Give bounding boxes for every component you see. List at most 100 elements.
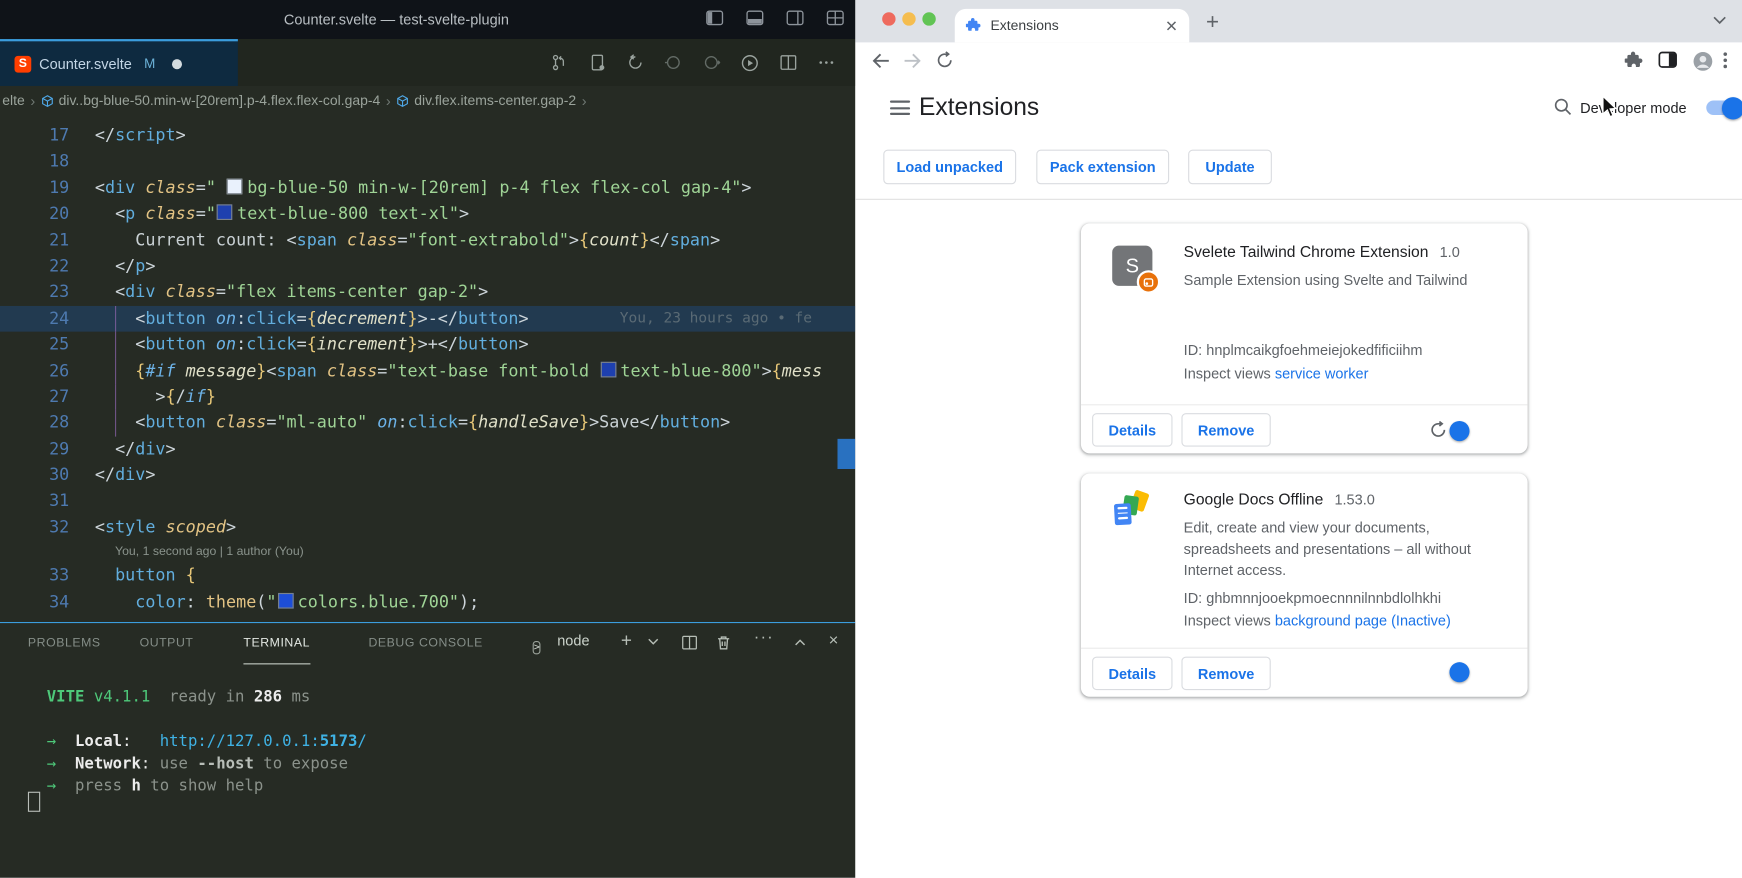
panel-more-icon[interactable]: ··· <box>754 628 774 647</box>
terminal-shell-label[interactable]: node <box>557 632 589 649</box>
menu-dots-icon[interactable] <box>1723 51 1727 69</box>
editor-tab-counter-svelte[interactable]: S Counter.svelte M <box>0 39 238 86</box>
code-line-28[interactable]: 28 <button class="ml-auto" on:click={han… <box>0 410 855 436</box>
breadcrumb-item-div2[interactable]: div.flex.items-center.gap-2 <box>414 93 576 109</box>
service-worker-link[interactable]: service worker <box>1275 365 1369 382</box>
back-icon[interactable] <box>871 51 890 70</box>
unsaved-dot-icon <box>172 59 182 69</box>
tab-close-icon[interactable]: ✕ <box>1165 18 1178 34</box>
extension-description: Sample Extension using Svelte and Tailwi… <box>1184 269 1488 290</box>
customize-layout-icon[interactable] <box>826 10 844 26</box>
line-number[interactable]: 22 <box>0 253 69 279</box>
load-unpacked-button[interactable]: Load unpacked <box>883 150 1016 185</box>
new-terminal-icon[interactable]: + <box>621 630 632 652</box>
toggle-secondary-sidebar-icon[interactable] <box>786 10 804 26</box>
line-number[interactable]: 28 <box>0 410 69 436</box>
search-icon[interactable] <box>1553 97 1572 116</box>
code-line-17[interactable]: 17</script> <box>0 123 855 149</box>
code-line-24[interactable]: 24 <button on:click={decrement}>-</butto… <box>0 306 855 332</box>
remove-button[interactable]: Remove <box>1181 413 1270 447</box>
code-line-20[interactable]: 20 <p class="text-blue-800 text-xl"> <box>0 201 855 227</box>
pack-extension-button[interactable]: Pack extension <box>1036 150 1169 185</box>
reload-extension-icon[interactable] <box>1429 421 1447 439</box>
code-line-32[interactable]: 32<style scoped> <box>0 515 855 541</box>
code-line-23[interactable]: 23 <div class="flex items-center gap-2"> <box>0 280 855 306</box>
line-number[interactable]: 18 <box>0 149 69 175</box>
line-number[interactable]: 19 <box>0 175 69 201</box>
extension-description: Edit, create and view your documents, sp… <box>1184 517 1488 581</box>
update-button[interactable]: Update <box>1188 150 1272 185</box>
code-line-26[interactable]: 26 {#if message}<span class="text-base f… <box>0 358 855 384</box>
navigate-back-icon[interactable] <box>626 54 644 72</box>
code-line-34[interactable]: 34 color: theme("colors.blue.700"); <box>0 589 855 615</box>
reload-icon[interactable] <box>936 51 954 69</box>
kill-terminal-trash-icon[interactable] <box>716 634 732 651</box>
inspect-views-row: Inspect views service worker <box>1184 365 1369 382</box>
active-indent-guide <box>115 306 116 332</box>
nav-circle-right-icon[interactable] <box>702 54 720 72</box>
browser-tab-extensions[interactable]: Extensions ✕ <box>955 9 1190 43</box>
line-number[interactable]: 29 <box>0 436 69 462</box>
scrollbar-decoration[interactable] <box>838 439 856 469</box>
code-line-22[interactable]: 22 </p> <box>0 253 855 279</box>
maximize-panel-icon[interactable] <box>794 639 806 647</box>
code-line-19[interactable]: 19<div class=" bg-blue-50 min-w-[20rem] … <box>0 175 855 201</box>
line-number[interactable]: 20 <box>0 201 69 227</box>
tab-search-chevron-icon[interactable] <box>1713 16 1726 25</box>
toggle-sidebar-icon[interactable] <box>706 10 724 26</box>
split-terminal-icon[interactable] <box>681 634 698 651</box>
code-line-33[interactable]: 33 button { <box>0 563 855 589</box>
background-page-link[interactable]: background page (Inactive) <box>1275 612 1451 629</box>
inline-git-blame: You, 23 hours ago • fe <box>620 306 812 332</box>
code-editor[interactable]: 17</script>1819<div class=" bg-blue-50 m… <box>0 115 855 630</box>
extension-title-row: Google Docs Offline1.53.0 <box>1184 490 1375 510</box>
line-number[interactable]: 31 <box>0 489 69 515</box>
terminal-dropdown-icon[interactable] <box>648 638 659 646</box>
code-line-31[interactable]: 31 <box>0 489 855 515</box>
breadcrumb-item-div1[interactable]: div..bg-blue-50.min-w-[20rem].p-4.flex.f… <box>59 93 381 109</box>
line-number[interactable]: 33 <box>0 563 69 589</box>
line-number[interactable]: 23 <box>0 280 69 306</box>
line-number[interactable]: 21 <box>0 227 69 253</box>
line-number[interactable]: 17 <box>0 123 69 149</box>
developer-mode-toggle[interactable] <box>1706 101 1742 116</box>
line-number[interactable]: 25 <box>0 332 69 358</box>
terminal-output[interactable]: VITE v4.1.1 ready in 286 ms → Local: htt… <box>0 663 855 877</box>
close-panel-icon[interactable]: × <box>829 631 839 650</box>
line-number[interactable]: 30 <box>0 462 69 488</box>
forward-icon[interactable] <box>903 51 922 70</box>
details-button[interactable]: Details <box>1092 657 1172 691</box>
breadcrumb-item-file[interactable]: elte <box>2 93 25 109</box>
code-line-30[interactable]: 30</div> <box>0 462 855 488</box>
extensions-page: Extensions Developer mode Load unpacked … <box>855 79 1742 877</box>
nav-circle-left-icon[interactable] <box>664 54 682 72</box>
codelens-blame[interactable]: You, 1 second ago | 1 author (You) <box>0 541 855 563</box>
open-changes-icon[interactable] <box>588 54 606 72</box>
toggle-panel-icon[interactable] <box>746 10 764 26</box>
code-line-25[interactable]: 25 <button on:click={increment}>+</butto… <box>0 332 855 358</box>
code-line-21[interactable]: 21 Current count: <span class="font-extr… <box>0 227 855 253</box>
line-number[interactable]: 27 <box>0 384 69 410</box>
run-icon[interactable] <box>740 53 759 72</box>
remove-button[interactable]: Remove <box>1181 657 1270 691</box>
main-menu-hamburger-icon[interactable] <box>890 101 910 116</box>
tab-filename: Counter.svelte <box>39 55 132 72</box>
split-editor-icon[interactable] <box>779 54 797 72</box>
code-line-27[interactable]: 27 >{/if} <box>0 384 855 410</box>
extensions-puzzle-icon[interactable] <box>1625 51 1644 70</box>
more-actions-icon[interactable] <box>817 54 835 72</box>
compare-changes-icon[interactable] <box>551 54 569 72</box>
code-line-18[interactable]: 18 <box>0 149 855 175</box>
profile-avatar-icon[interactable] <box>1693 51 1713 71</box>
new-tab-button[interactable]: + <box>1206 11 1219 33</box>
macos-zoom-button[interactable] <box>922 12 935 25</box>
macos-minimize-button[interactable] <box>902 12 915 25</box>
macos-close-button[interactable] <box>882 12 895 25</box>
line-number[interactable]: 34 <box>0 589 69 615</box>
side-panel-icon[interactable] <box>1658 51 1677 68</box>
line-number[interactable]: 24 <box>0 306 69 332</box>
line-number[interactable]: 32 <box>0 515 69 541</box>
line-number[interactable]: 26 <box>0 358 69 384</box>
code-line-29[interactable]: 29 </div> <box>0 436 855 462</box>
details-button[interactable]: Details <box>1092 413 1172 447</box>
